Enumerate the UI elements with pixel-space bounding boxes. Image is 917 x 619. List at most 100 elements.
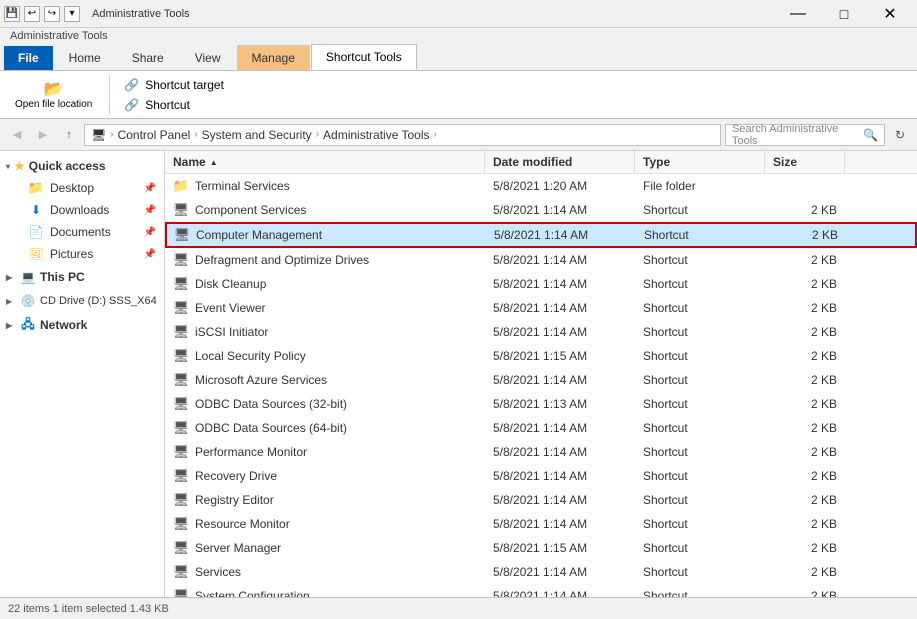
- up-button[interactable]: ↑: [58, 124, 80, 146]
- file-name-cell: 🖥 Local Security Policy: [165, 345, 485, 367]
- status-bar: 22 items 1 item selected 1.43 KB: [0, 597, 917, 619]
- header-size[interactable]: Size: [765, 151, 845, 173]
- tab-home[interactable]: Home: [54, 45, 116, 70]
- path-system-security[interactable]: System and Security: [202, 128, 312, 142]
- address-path: 🖥 › Control Panel › System and Security …: [91, 128, 439, 142]
- tab-manage[interactable]: Manage: [237, 45, 310, 70]
- file-size-cell: 2 KB: [766, 225, 846, 245]
- forward-button[interactable]: ▶: [32, 124, 54, 146]
- sidebar-item-documents[interactable]: 📄 Documents 📌: [0, 221, 164, 243]
- cd-label: CD Drive (D:) SSS_X64: [40, 295, 157, 307]
- tab-view[interactable]: View: [180, 45, 236, 70]
- file-size-cell: 2 KB: [765, 538, 845, 558]
- sidebar-item-network[interactable]: ▶ 🖧 Network: [0, 313, 164, 337]
- table-row[interactable]: 🖥 System Configuration 5/8/2021 1:14 AM …: [165, 584, 917, 597]
- file-icon: 🖥: [173, 202, 189, 218]
- pictures-label: Pictures: [50, 247, 93, 261]
- tab-shortcut-tools[interactable]: Shortcut Tools: [311, 44, 417, 70]
- file-size-cell: 2 KB: [765, 274, 845, 294]
- sidebar-item-downloads[interactable]: ⬇ Downloads 📌: [0, 199, 164, 221]
- ribbon: Administrative Tools File Home Share Vie…: [0, 28, 917, 119]
- table-row[interactable]: 🖥 ODBC Data Sources (32-bit) 5/8/2021 1:…: [165, 392, 917, 416]
- context-label: Administrative Tools: [10, 30, 108, 42]
- file-date-cell: 5/8/2021 1:15 AM: [485, 538, 635, 558]
- window-title: Administrative Tools: [92, 8, 190, 20]
- table-row[interactable]: 🖥 Server Manager 5/8/2021 1:15 AM Shortc…: [165, 536, 917, 560]
- search-placeholder: Search Administrative Tools: [732, 123, 863, 147]
- shortcut-icon-1: 🔗: [124, 78, 139, 92]
- undo-icon[interactable]: ↩: [24, 6, 40, 22]
- table-row[interactable]: 🖥 ODBC Data Sources (64-bit) 5/8/2021 1:…: [165, 416, 917, 440]
- file-size-cell: 2 KB: [765, 250, 845, 270]
- pin-icon-downloads: 📌: [144, 205, 156, 216]
- sidebar-item-desktop[interactable]: 📁 Desktop 📌: [0, 177, 164, 199]
- shortcut-label-1: Shortcut target: [145, 78, 224, 92]
- file-icon: 🖥: [173, 420, 189, 436]
- this-pc-chevron: ▶: [6, 273, 16, 282]
- path-control-panel[interactable]: Control Panel: [118, 128, 191, 142]
- sidebar: ▾ ★ Quick access 📁 Desktop 📌 ⬇ Downloads…: [0, 151, 165, 597]
- folder-open-icon: 📂: [44, 79, 64, 99]
- back-button[interactable]: ◀: [6, 124, 28, 146]
- path-sep-3: ›: [316, 129, 319, 140]
- path-admin-tools[interactable]: Administrative Tools: [323, 128, 430, 142]
- file-icon: 📁: [173, 178, 189, 194]
- table-row[interactable]: 🖥 iSCSI Initiator 5/8/2021 1:14 AM Short…: [165, 320, 917, 344]
- tab-file[interactable]: File: [4, 46, 53, 70]
- table-row[interactable]: 🖥 Performance Monitor 5/8/2021 1:14 AM S…: [165, 440, 917, 464]
- header-name[interactable]: Name ▲: [165, 151, 485, 173]
- tab-share[interactable]: Share: [117, 45, 179, 70]
- open-file-location-button[interactable]: 📂 Open file location: [8, 75, 99, 114]
- file-name-cell: 🖥 Disk Cleanup: [165, 273, 485, 295]
- file-type-cell: Shortcut: [635, 322, 765, 342]
- table-row[interactable]: 🖥 Disk Cleanup 5/8/2021 1:14 AM Shortcut…: [165, 272, 917, 296]
- file-size-cell: 2 KB: [765, 490, 845, 510]
- ribbon-tabs: File Home Share View Manage Shortcut Too…: [0, 44, 917, 70]
- file-size-cell: 2 KB: [765, 394, 845, 414]
- address-input[interactable]: 🖥 › Control Panel › System and Security …: [84, 124, 721, 146]
- shortcut-row-2[interactable]: 🔗 Shortcut: [120, 96, 228, 114]
- redo-icon[interactable]: ↪: [44, 6, 60, 22]
- header-type[interactable]: Type: [635, 151, 765, 173]
- file-type-cell: Shortcut: [635, 250, 765, 270]
- customize-icon[interactable]: ▾: [64, 6, 80, 22]
- table-row[interactable]: 🖥 Component Services 5/8/2021 1:14 AM Sh…: [165, 198, 917, 222]
- file-size-cell: 2 KB: [765, 322, 845, 342]
- file-name-cell: 🖥 Microsoft Azure Services: [165, 369, 485, 391]
- table-row[interactable]: 🖥 Services 5/8/2021 1:14 AM Shortcut 2 K…: [165, 560, 917, 584]
- file-date-cell: 5/8/2021 1:14 AM: [485, 586, 635, 597]
- file-name-cell: 🖥 Registry Editor: [165, 489, 485, 511]
- sidebar-item-this-pc[interactable]: ▶ 💻 This PC: [0, 265, 164, 289]
- file-size-cell: 2 KB: [765, 514, 845, 534]
- file-date-cell: 5/8/2021 1:14 AM: [485, 250, 635, 270]
- refresh-button[interactable]: ↻: [889, 124, 911, 146]
- table-row[interactable]: 🖥 Resource Monitor 5/8/2021 1:14 AM Shor…: [165, 512, 917, 536]
- file-size-cell: 2 KB: [765, 346, 845, 366]
- table-row[interactable]: 🖥 Recovery Drive 5/8/2021 1:14 AM Shortc…: [165, 464, 917, 488]
- file-icon: 🖥: [174, 227, 190, 243]
- shortcut-label-2: Shortcut: [145, 98, 190, 112]
- file-size-cell: 2 KB: [765, 562, 845, 582]
- file-date-cell: 5/8/2021 1:14 AM: [485, 466, 635, 486]
- table-row[interactable]: 🖥 Microsoft Azure Services 5/8/2021 1:14…: [165, 368, 917, 392]
- save-icon[interactable]: 💾: [4, 6, 20, 22]
- table-row[interactable]: 🖥 Computer Management 5/8/2021 1:14 AM S…: [165, 222, 917, 248]
- sidebar-item-quick-access[interactable]: ▾ ★ Quick access: [0, 155, 164, 177]
- table-row[interactable]: 🖥 Local Security Policy 5/8/2021 1:15 AM…: [165, 344, 917, 368]
- file-type-cell: Shortcut: [635, 466, 765, 486]
- maximize-button[interactable]: □: [821, 0, 867, 28]
- shortcut-row-1[interactable]: 🔗 Shortcut target: [120, 76, 228, 94]
- table-row[interactable]: 🖥 Defragment and Optimize Drives 5/8/202…: [165, 248, 917, 272]
- table-row[interactable]: 🖥 Registry Editor 5/8/2021 1:14 AM Short…: [165, 488, 917, 512]
- table-row[interactable]: 🖥 Event Viewer 5/8/2021 1:14 AM Shortcut…: [165, 296, 917, 320]
- table-row[interactable]: 📁 Terminal Services 5/8/2021 1:20 AM Fil…: [165, 174, 917, 198]
- sidebar-item-pictures[interactable]: 🖼 Pictures 📌: [0, 243, 164, 265]
- search-box[interactable]: Search Administrative Tools 🔍: [725, 124, 885, 146]
- minimize-button[interactable]: —: [775, 0, 821, 28]
- sidebar-item-cd-drive[interactable]: ▶ 💿 CD Drive (D:) SSS_X64: [0, 289, 164, 313]
- path-sep-2: ›: [194, 129, 197, 140]
- header-date[interactable]: Date modified: [485, 151, 635, 173]
- file-icon: 🖥: [173, 324, 189, 340]
- shortcut-icon-2: 🔗: [124, 98, 139, 112]
- close-button[interactable]: ✕: [867, 0, 913, 28]
